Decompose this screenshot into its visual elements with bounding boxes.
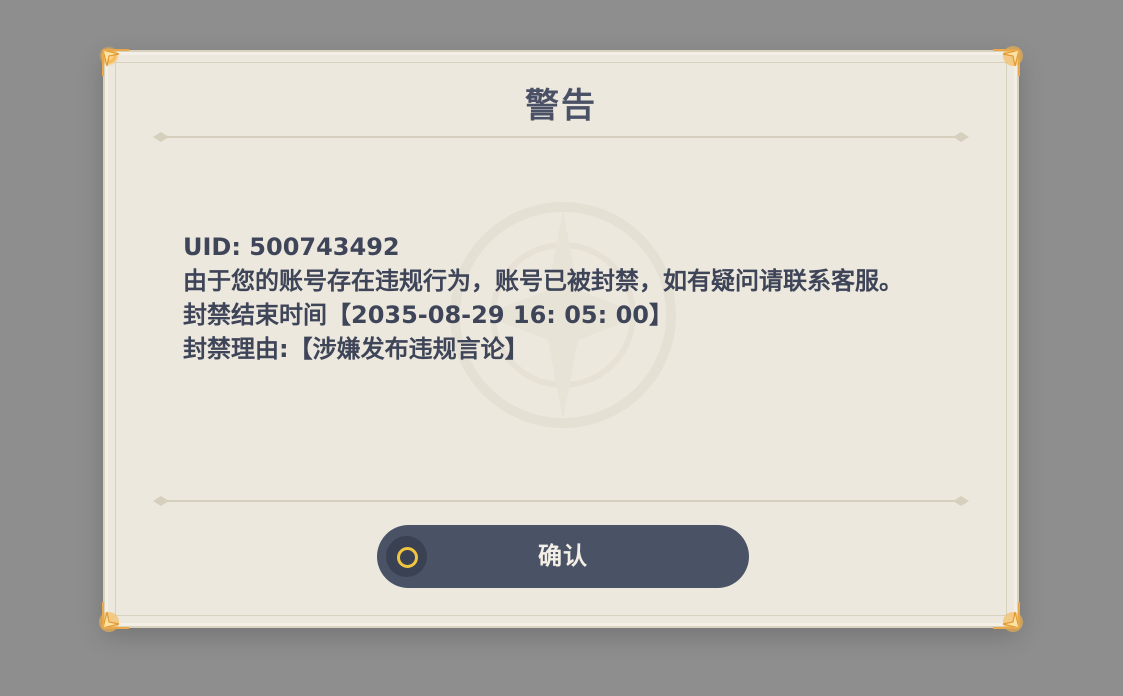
ban-reason-text: 封禁理由:【涉嫌发布违规言论】 <box>183 335 529 363</box>
bottom-divider <box>153 495 969 507</box>
corner-ornament-icon <box>99 598 133 632</box>
ban-notice-text: 由于您的账号存在违规行为，账号已被封禁，如有疑问请联系客服。 <box>183 267 903 295</box>
corner-ornament-icon <box>989 46 1023 80</box>
top-divider <box>153 131 969 143</box>
corner-ornament-icon <box>989 598 1023 632</box>
dialog-message: UID: 500743492 由于您的账号存在违规行为，账号已被封禁，如有疑问请… <box>183 230 943 366</box>
ban-end-time-text: 封禁结束时间【2035-08-29 16: 05: 00】 <box>183 301 673 329</box>
warning-dialog: 警告 UID: 500743492 由于您的账号存在违规行为，账号已被封禁，如有… <box>99 46 1023 632</box>
dialog-title: 警告 <box>525 86 597 126</box>
corner-ornament-icon <box>99 46 133 80</box>
confirm-button[interactable]: 确认 <box>377 525 749 588</box>
uid-text: UID: 500743492 <box>183 233 400 261</box>
confirm-button-label: 确认 <box>538 542 588 570</box>
